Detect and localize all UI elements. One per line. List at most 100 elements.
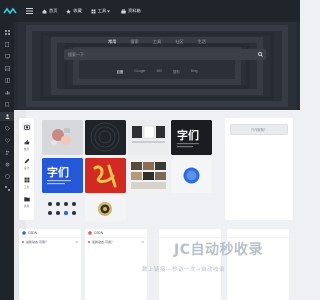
nav-favorites[interactable]: 收藏 (66, 8, 82, 14)
feed-title: CSDN (28, 231, 38, 235)
home-icon (42, 9, 47, 13)
feed-title: CSDN (94, 231, 104, 235)
card-design-ui-image (128, 120, 169, 155)
site-logo[interactable] (0, 0, 22, 22)
card-title: 字们 (47, 165, 69, 179)
image-icon (4, 66, 10, 71)
pen-icon (22, 156, 31, 165)
toolbox-icon (121, 8, 126, 13)
card-blue-circle-image (171, 158, 212, 193)
nav-favorites-label: 收藏 (73, 8, 82, 13)
card-font-poster-dark[interactable]: 字们 (171, 120, 212, 155)
nav-home[interactable]: 首页 (42, 8, 57, 14)
logo-mark-icon (3, 7, 17, 15)
tab-tools[interactable]: 工具 (153, 39, 161, 45)
card-dark-pattern-image (85, 120, 126, 155)
engine-sogou[interactable]: 搜狗 (173, 69, 180, 74)
search-icon[interactable] (258, 52, 263, 57)
card-title: 字们 (177, 128, 199, 142)
search-box (64, 49, 266, 60)
star-icon (66, 8, 72, 14)
feed-row-count: 48 (75, 240, 78, 244)
card-font-poster-blue-image: 字们 (42, 158, 83, 193)
sidebar-item-book[interactable] (0, 76, 14, 85)
bookmark-icon (5, 102, 9, 107)
category-item-tools[interactable]: 工具 (22, 175, 31, 189)
tab-life[interactable]: 生活 (198, 39, 206, 45)
feed-row-text: 最新动态·可用？ (92, 240, 114, 244)
sidebar-item-grid[interactable] (0, 28, 14, 37)
card-icon-grid[interactable] (42, 196, 83, 222)
card-font-poster-blue[interactable]: 字们 (42, 158, 83, 193)
card-icon-grid-image (42, 196, 83, 222)
sidebar-item-doc[interactable] (0, 40, 14, 49)
bar-chart-icon (5, 91, 9, 95)
watermark-subtitle: 数上链接—秒访一次→自动收录 (142, 267, 225, 273)
engine-google[interactable]: Google (134, 69, 145, 74)
category-label: 资源 (23, 205, 30, 208)
watermark-title: JC自动秒收录 (174, 242, 263, 258)
feed-header: CSDN (19, 229, 81, 238)
card-coin-image (85, 196, 126, 222)
card-photo-grid[interactable] (128, 158, 169, 193)
sidebar-item-people[interactable] (0, 148, 14, 157)
search-engine-list: 百度 Google 360 搜狗 Bing (14, 69, 300, 74)
nav-tools[interactable]: 工具 (91, 8, 112, 14)
tab-common[interactable]: 常用 (108, 39, 116, 45)
thumb-icon (22, 137, 31, 146)
book-icon (4, 78, 10, 83)
card-design-ui[interactable] (128, 120, 169, 155)
sidebar-item-settings[interactable] (0, 160, 14, 169)
nav-toolbox[interactable]: 资料箱 (121, 8, 141, 14)
sidebar-item-bookmark[interactable] (0, 100, 14, 109)
tab-search[interactable]: 搜索 (130, 39, 138, 45)
card-blue-circle[interactable] (171, 158, 212, 193)
feed-row[interactable]: 最新动态·可用？ 48 (19, 238, 81, 246)
category-item-lens[interactable] (22, 122, 31, 132)
menu-icon[interactable] (24, 6, 34, 16)
sidebar-item-heart[interactable] (0, 136, 14, 145)
people-icon (4, 150, 9, 155)
search-tabs: 常用 搜索 工具 社区 生活 (14, 39, 300, 45)
feed-header: CSDN (85, 229, 147, 238)
monitor-icon (4, 54, 10, 59)
panel-action-button[interactable]: 只作致敬？ (230, 124, 288, 135)
card-dark-pattern[interactable] (85, 120, 126, 155)
nav-toolbox-label: 资料箱 (128, 8, 141, 13)
search-input[interactable] (68, 52, 248, 57)
sidebar-item-help[interactable] (0, 172, 14, 181)
feed-header (159, 229, 221, 238)
card-grid: 字们 字们 (42, 120, 212, 222)
category-item-recommend[interactable]: 推荐 (22, 137, 31, 151)
feed-row-text: 最新动态·可用？ (26, 240, 48, 244)
engine-360[interactable]: 360 (156, 69, 162, 74)
top-bar: 首页 收藏 工具 资料箱 (0, 0, 300, 22)
card-coin[interactable] (85, 196, 126, 222)
sidebar-item-more[interactable] (0, 184, 14, 193)
sidebar-item-image[interactable] (0, 64, 14, 73)
bullet-icon (88, 241, 90, 243)
csdn-logo-icon (22, 231, 26, 235)
category-item-resources[interactable]: 资源 (22, 194, 31, 208)
tag-icon (4, 126, 10, 131)
card-photo-grid-image (128, 158, 169, 193)
sidebar-item-monitor[interactable] (0, 52, 14, 61)
sidebar-item-user[interactable] (0, 112, 14, 121)
category-label: 推荐 (23, 148, 30, 151)
left-sidebar (0, 22, 14, 300)
gear-icon (5, 162, 9, 167)
engine-baidu[interactable]: 百度 (117, 69, 124, 74)
sidebar-item-tag[interactable] (0, 124, 14, 133)
nav-home-label: 首页 (49, 8, 58, 13)
wrench-icon (22, 175, 31, 184)
watermark: JC自动秒收录 数上链接—秒访一次→自动收录 (134, 239, 284, 279)
engine-bing[interactable]: Bing (191, 69, 198, 74)
sidebar-item-chart[interactable] (0, 88, 14, 97)
category-item-design[interactable]: 设计 (22, 156, 31, 170)
card-jewelry[interactable] (42, 120, 83, 155)
tab-community[interactable]: 社区 (175, 39, 183, 45)
card-red-calligraphy[interactable] (85, 158, 126, 193)
right-panel: 只作致敬？ (225, 118, 293, 220)
chevron-down-icon (107, 10, 111, 12)
folder-icon (22, 194, 31, 203)
